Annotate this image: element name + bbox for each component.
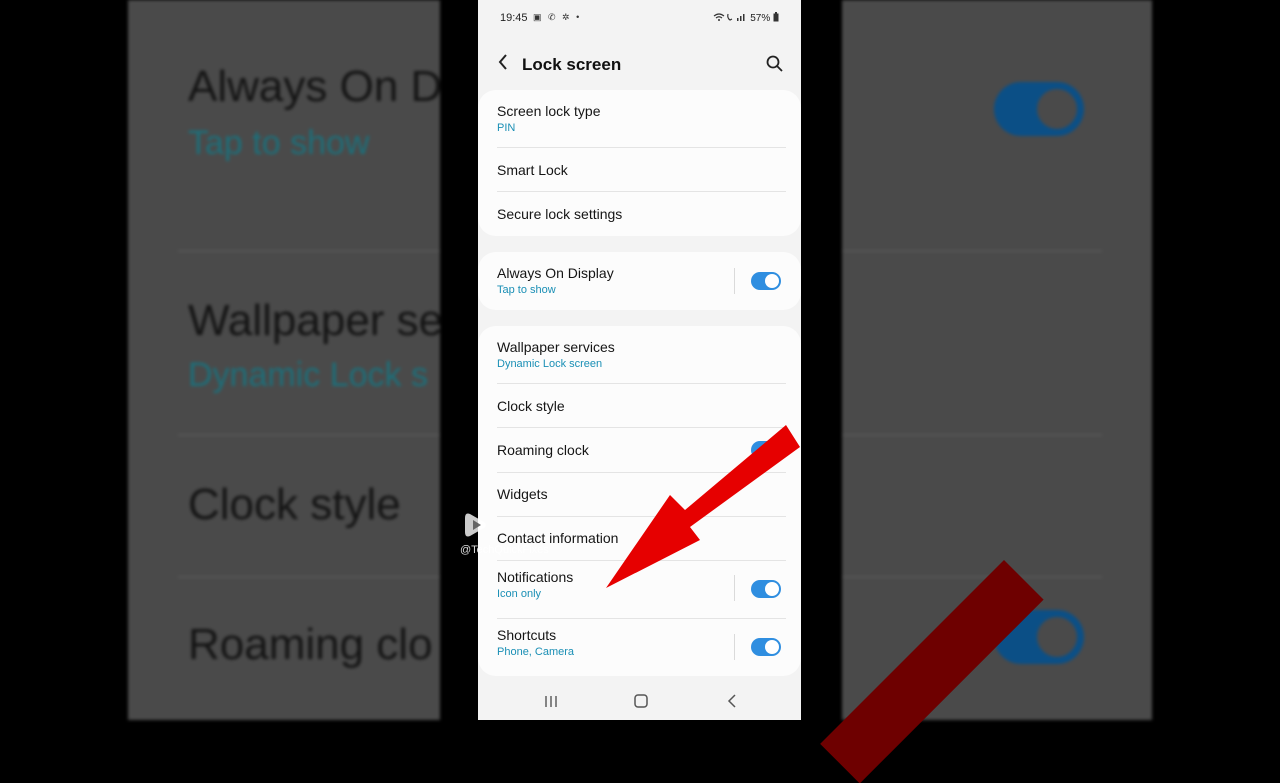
setting-sublabel: PIN	[497, 122, 516, 134]
setting-sublabel: Dynamic Lock screen	[497, 358, 603, 370]
bg-divider	[178, 434, 440, 436]
top-app-bar: Lock screen	[478, 46, 801, 84]
setting-label: Smart Lock	[497, 162, 568, 178]
card-lock-type: Screen lock type PIN Smart Lock Secure l…	[478, 90, 801, 236]
chevron-left-icon	[498, 54, 507, 70]
bg-divider	[842, 576, 1102, 578]
divider	[497, 472, 786, 473]
setting-wallpaper-services[interactable]: Wallpaper services Dynamic Lock screen	[497, 336, 786, 380]
bg-divider	[842, 250, 1102, 252]
setting-roaming-clock[interactable]: Roaming clock	[497, 434, 786, 470]
divider	[497, 618, 786, 619]
setting-always-on-display[interactable]: Always On Display Tap to show	[497, 262, 786, 306]
search-icon[interactable]	[765, 54, 785, 74]
setting-label: Wallpaper services	[497, 339, 615, 355]
divider	[497, 383, 786, 384]
toggle-separator	[734, 634, 735, 660]
setting-label: Shortcuts	[497, 627, 557, 643]
background-blur-left: Always On D Tap to show Wallpaper se Dyn…	[128, 0, 440, 720]
divider	[497, 427, 786, 428]
bg-divider	[178, 250, 440, 252]
divider	[497, 191, 786, 192]
bg-text-roaming: Roaming clo	[188, 620, 433, 669]
setting-smart-lock[interactable]: Smart Lock	[497, 154, 786, 190]
setting-label: Always On Display	[497, 265, 614, 281]
navigation-bar	[478, 680, 801, 720]
bg-text-tap-to-show: Tap to show	[188, 124, 370, 162]
status-notification-icons: ▣ ✆ ✲ •	[533, 12, 582, 22]
card-aod: Always On Display Tap to show	[478, 252, 801, 310]
bg-divider	[178, 576, 440, 578]
toggle-separator	[734, 575, 735, 601]
page-title: Lock screen	[522, 55, 622, 74]
setting-sublabel: Phone, Camera	[497, 646, 575, 658]
bg-text-clock: Clock style	[188, 480, 401, 529]
setting-sublabel: Icon only	[497, 588, 542, 600]
setting-clock-style[interactable]: Clock style	[497, 390, 786, 426]
setting-label: Clock style	[497, 398, 565, 414]
channel-handle: @TechQuickFixes	[460, 544, 549, 556]
aod-toggle[interactable]	[751, 272, 781, 290]
watermark: @TechQuickFixes	[460, 508, 590, 564]
setting-shortcuts[interactable]: Shortcuts Phone, Camera	[497, 624, 786, 668]
shortcuts-toggle[interactable]	[751, 638, 781, 656]
status-bar: 19:45 ▣ ✆ ✲ • 57%	[478, 0, 801, 36]
setting-label: Secure lock settings	[497, 206, 623, 222]
status-right-icons: 57%	[713, 12, 779, 24]
status-time: 19:45	[500, 12, 528, 24]
roaming-clock-toggle[interactable]	[751, 441, 781, 459]
setting-label: Roaming clock	[497, 442, 589, 458]
back-button[interactable]	[496, 52, 510, 78]
battery-percent: 57%	[750, 13, 771, 24]
card-customization: Wallpaper services Dynamic Lock screen C…	[478, 326, 801, 676]
setting-label: Screen lock type	[497, 103, 601, 119]
setting-sublabel: Tap to show	[497, 284, 556, 296]
signal-wifi-icon	[714, 13, 745, 21]
bg-divider	[842, 434, 1102, 436]
recent-apps-icon[interactable]	[538, 690, 564, 712]
bg-text-dynamic: Dynamic Lock s	[188, 356, 428, 394]
battery-icon	[773, 12, 779, 22]
divider	[497, 147, 786, 148]
setting-label: Widgets	[497, 486, 548, 502]
setting-screen-lock-type[interactable]: Screen lock type PIN	[497, 100, 786, 144]
home-icon[interactable]	[628, 690, 654, 712]
setting-secure-lock[interactable]: Secure lock settings	[497, 198, 786, 234]
shorts-logo-icon	[465, 513, 486, 537]
back-icon[interactable]	[719, 690, 745, 712]
setting-notifications[interactable]: Notifications Icon only	[497, 566, 786, 610]
bg-text-always-on: Always On D	[188, 62, 440, 111]
phone-screen: 19:45 ▣ ✆ ✲ • 57% Lock screen Screen loc…	[478, 0, 801, 720]
bg-text-wallpaper: Wallpaper se	[188, 296, 440, 345]
toggle-separator	[734, 268, 735, 294]
bg-toggle	[994, 82, 1084, 136]
setting-label: Notifications	[497, 569, 574, 585]
notifications-toggle[interactable]	[751, 580, 781, 598]
